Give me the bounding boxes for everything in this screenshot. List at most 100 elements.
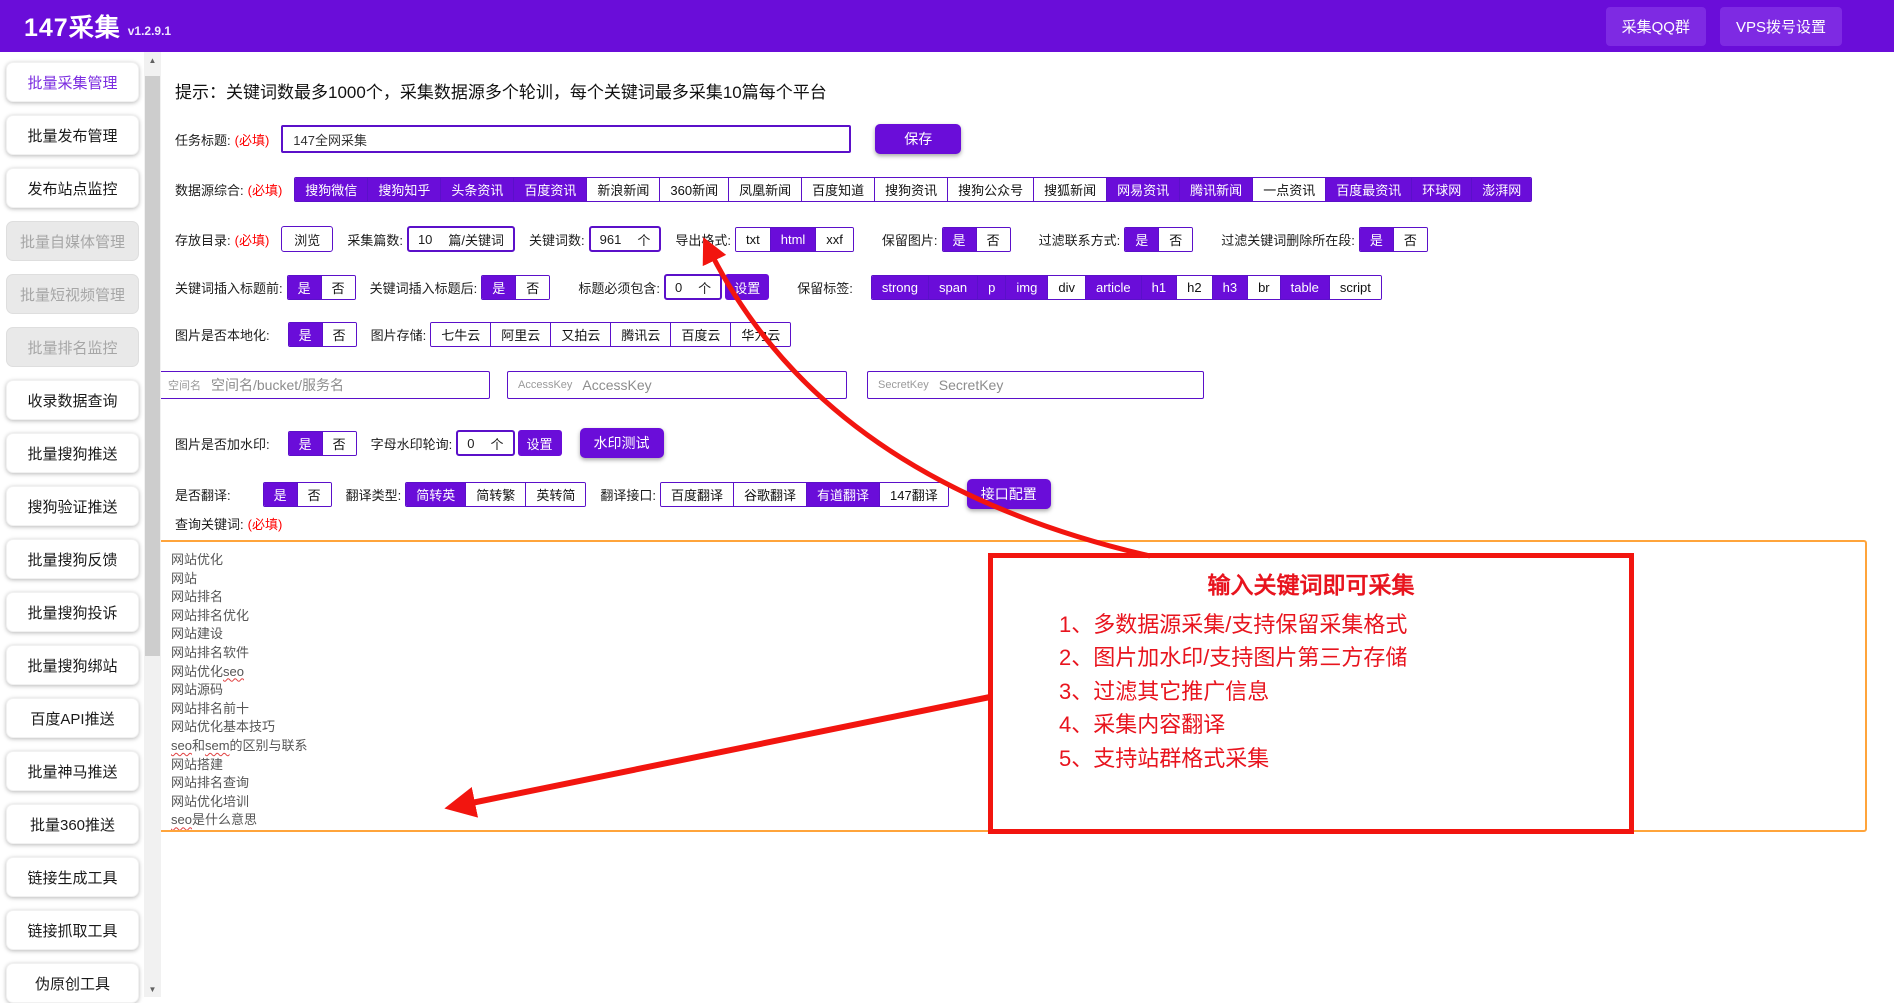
option-360新闻[interactable]: 360新闻	[659, 178, 728, 201]
sidebar-item-批量神马推送[interactable]: 批量神马推送	[6, 751, 139, 791]
option-搜狗公众号[interactable]: 搜狗公众号	[947, 178, 1033, 201]
secretkey-input[interactable]	[939, 377, 1193, 393]
option-澎湃网[interactable]: 澎湃网	[1471, 178, 1531, 201]
option-百度翻译[interactable]: 百度翻译	[661, 483, 733, 506]
option-搜狗知乎[interactable]: 搜狗知乎	[367, 178, 440, 201]
option-百度资讯[interactable]: 百度资讯	[513, 178, 586, 201]
option-环球网[interactable]: 环球网	[1411, 178, 1471, 201]
option-头条资讯[interactable]: 头条资讯	[440, 178, 513, 201]
option-是[interactable]: 是	[289, 432, 322, 455]
option-是[interactable]: 是	[289, 323, 322, 346]
option-xxf[interactable]: xxf	[815, 228, 853, 251]
option-否[interactable]: 否	[297, 483, 331, 506]
sidebar-item-搜狗验证推送[interactable]: 搜狗验证推送	[6, 486, 139, 526]
accesskey-input[interactable]	[582, 377, 836, 393]
option-h3[interactable]: h3	[1212, 276, 1247, 299]
bucket-name-field[interactable]: 空间名	[157, 371, 490, 399]
option-凤凰新闻[interactable]: 凤凰新闻	[728, 178, 801, 201]
api-config-button[interactable]: 接口配置	[967, 479, 1051, 509]
option-否[interactable]: 否	[322, 432, 356, 455]
option-h2[interactable]: h2	[1176, 276, 1211, 299]
option-百度最资讯[interactable]: 百度最资讯	[1325, 178, 1411, 201]
option-否[interactable]: 否	[322, 323, 356, 346]
option-简转繁[interactable]: 简转繁	[465, 483, 525, 506]
option-否[interactable]: 否	[515, 276, 549, 299]
scrollbar-thumb[interactable]	[145, 76, 160, 656]
watermark-rotate-input[interactable]: 0 个	[456, 430, 514, 456]
option-147翻译[interactable]: 147翻译	[879, 483, 948, 506]
sidebar-item-收录数据查询[interactable]: 收录数据查询	[6, 380, 139, 420]
option-是[interactable]: 是	[482, 276, 515, 299]
option-否[interactable]: 否	[1158, 228, 1192, 251]
secretkey-field[interactable]: SecretKey	[867, 371, 1204, 399]
option-br[interactable]: br	[1247, 276, 1280, 299]
option-div[interactable]: div	[1047, 276, 1085, 299]
option-img[interactable]: img	[1005, 276, 1047, 299]
option-html[interactable]: html	[770, 228, 816, 251]
option-腾讯云[interactable]: 腾讯云	[610, 323, 670, 346]
title-must-contain-input[interactable]: 0 个	[664, 274, 722, 300]
option-腾讯新闻[interactable]: 腾讯新闻	[1179, 178, 1252, 201]
option-网易资讯[interactable]: 网易资讯	[1106, 178, 1179, 201]
option-是[interactable]: 是	[943, 228, 976, 251]
article-count-input[interactable]: 10 篇/关键词	[407, 226, 515, 252]
sidebar-item-伪原创工具[interactable]: 伪原创工具	[6, 963, 139, 1003]
sidebar-item-百度API推送[interactable]: 百度API推送	[6, 698, 139, 738]
option-span[interactable]: span	[928, 276, 977, 299]
option-七牛云[interactable]: 七牛云	[431, 323, 490, 346]
option-华为云[interactable]: 华为云	[730, 323, 790, 346]
sidebar-item-批量采集管理[interactable]: 批量采集管理	[6, 62, 139, 102]
watermark-row: 图片是否加水印: 是否 字母水印轮询: 0 个 设置 水印测试	[175, 428, 664, 458]
sidebar-item-批量搜狗反馈[interactable]: 批量搜狗反馈	[6, 539, 139, 579]
option-否[interactable]: 否	[976, 228, 1010, 251]
sidebar-item-批量搜狗投诉[interactable]: 批量搜狗投诉	[6, 592, 139, 632]
sidebar-item-批量发布管理[interactable]: 批量发布管理	[6, 115, 139, 155]
sidebar-item-批量360推送[interactable]: 批量360推送	[6, 804, 139, 844]
watermark-set-button[interactable]: 设置	[518, 430, 562, 456]
option-阿里云[interactable]: 阿里云	[490, 323, 550, 346]
watermark-test-button[interactable]: 水印测试	[580, 428, 664, 458]
option-百度云[interactable]: 百度云	[670, 323, 730, 346]
option-谷歌翻译[interactable]: 谷歌翻译	[733, 483, 806, 506]
bucket-name-input[interactable]	[211, 377, 479, 393]
option-一点资讯[interactable]: 一点资讯	[1252, 178, 1325, 201]
option-搜狗微信[interactable]: 搜狗微信	[295, 178, 367, 201]
browse-button[interactable]: 浏览	[281, 226, 333, 252]
option-table[interactable]: table	[1280, 276, 1329, 299]
accesskey-field[interactable]: AccessKey	[507, 371, 847, 399]
sidebar-item-链接抓取工具[interactable]: 链接抓取工具	[6, 910, 139, 950]
option-简转英[interactable]: 简转英	[406, 483, 465, 506]
sidebar-item-链接生成工具[interactable]: 链接生成工具	[6, 857, 139, 897]
option-article[interactable]: article	[1085, 276, 1141, 299]
option-否[interactable]: 否	[1393, 228, 1427, 251]
task-title-input[interactable]	[281, 125, 851, 153]
option-搜狐新闻[interactable]: 搜狐新闻	[1033, 178, 1106, 201]
option-有道翻译[interactable]: 有道翻译	[806, 483, 879, 506]
keyword-count-input[interactable]: 961 个	[589, 226, 662, 252]
title-contain-set-button[interactable]: 设置	[725, 274, 769, 300]
option-strong[interactable]: strong	[872, 276, 928, 299]
option-新浪新闻[interactable]: 新浪新闻	[586, 178, 659, 201]
option-是[interactable]: 是	[288, 276, 321, 299]
sidebar-item-批量搜狗绑站[interactable]: 批量搜狗绑站	[6, 645, 139, 685]
qq-group-button[interactable]: 采集QQ群	[1606, 7, 1706, 46]
option-又拍云[interactable]: 又拍云	[550, 323, 610, 346]
option-搜狗资讯[interactable]: 搜狗资讯	[874, 178, 947, 201]
scroll-up-icon[interactable]: ▲	[144, 52, 161, 68]
option-h1[interactable]: h1	[1141, 276, 1176, 299]
sidebar-scrollbar[interactable]: ▲ ▼	[144, 52, 161, 997]
sidebar-item-批量搜狗推送[interactable]: 批量搜狗推送	[6, 433, 139, 473]
vps-dial-settings-button[interactable]: VPS拨号设置	[1720, 7, 1842, 46]
sidebar-item-发布站点监控[interactable]: 发布站点监控	[6, 168, 139, 208]
save-button[interactable]: 保存	[875, 124, 961, 154]
option-否[interactable]: 否	[321, 276, 355, 299]
option-是[interactable]: 是	[1360, 228, 1393, 251]
option-是[interactable]: 是	[264, 483, 297, 506]
option-p[interactable]: p	[977, 276, 1005, 299]
option-百度知道[interactable]: 百度知道	[801, 178, 874, 201]
option-script[interactable]: script	[1329, 276, 1381, 299]
scroll-down-icon[interactable]: ▼	[144, 981, 161, 997]
option-是[interactable]: 是	[1125, 228, 1158, 251]
option-英转简[interactable]: 英转简	[525, 483, 585, 506]
option-txt[interactable]: txt	[736, 228, 770, 251]
